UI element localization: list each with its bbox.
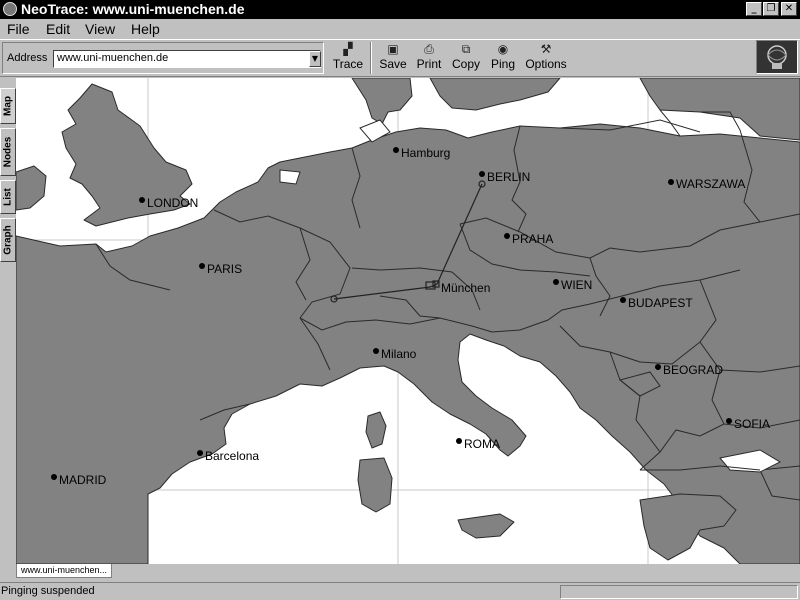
city-dot-praha <box>504 233 510 239</box>
save-label: Save <box>379 57 407 71</box>
ping-icon: ◉ <box>497 42 509 56</box>
trace-icon: ▞ <box>343 42 353 56</box>
tab-graph-label: Graph <box>2 225 14 255</box>
app-icon[interactable] <box>3 2 17 16</box>
minimize-button[interactable]: _ <box>746 2 762 16</box>
city-label-budapest: BUDAPEST <box>628 296 693 310</box>
city-label-beograd: BEOGRAD <box>663 363 723 377</box>
tab-list-label: List <box>2 188 14 206</box>
tab-graph[interactable]: Graph <box>0 218 16 262</box>
copy-label: Copy <box>451 57 480 71</box>
ping-button[interactable]: ◉ Ping <box>487 41 519 75</box>
trace-button[interactable]: ▞ Trace <box>330 41 366 75</box>
city-dot-wien <box>553 279 559 285</box>
city-label-warszawa: WARSZAWA <box>676 177 745 191</box>
status-text: Pinging suspended <box>1 585 95 597</box>
city-label-hamburg: Hamburg <box>401 146 450 160</box>
land-sardinia <box>357 457 393 513</box>
city-dot-london <box>139 197 145 203</box>
city-label-praha: PRAHA <box>512 232 553 246</box>
city-label-berlin: BERLIN <box>487 170 530 184</box>
city-dot-barcelona <box>197 450 203 456</box>
city-label-roma: ROMA <box>464 437 500 451</box>
title-bar: NeoTrace: www.uni-muenchen.de _ ❐ ✕ <box>0 0 800 19</box>
city-dot-milano <box>373 348 379 354</box>
tab-nodes-label: Nodes <box>2 136 14 168</box>
city-dot-sofia <box>726 418 732 424</box>
tab-map[interactable]: Map <box>0 88 16 124</box>
tab-nodes[interactable]: Nodes <box>0 128 16 176</box>
city-dot-budapest <box>620 297 626 303</box>
city-label-madrid: MADRID <box>59 473 107 487</box>
status-bar: Pinging suspended <box>0 582 800 600</box>
address-dropdown-button[interactable]: ▼ <box>309 51 321 67</box>
options-icon: ⚒ <box>540 42 552 56</box>
city-dot-hamburg <box>393 147 399 153</box>
trace-label: Trace <box>332 57 364 71</box>
neotrace-logo <box>756 40 798 74</box>
copy-icon: ⧉ <box>461 42 471 56</box>
copy-button[interactable]: ⧉ Copy <box>449 41 483 75</box>
menu-edit[interactable]: Edit <box>46 20 70 38</box>
map-view[interactable]: Hamburg BERLIN WARSZAWA LONDON PRAHA PAR… <box>16 78 800 564</box>
status-panel <box>560 585 798 599</box>
city-label-paris: PARIS <box>207 262 242 276</box>
city-dot-roma <box>456 438 462 444</box>
city-dot-berlin <box>479 171 485 177</box>
menu-bar: File Edit View Help <box>0 19 800 39</box>
window-title: NeoTrace: www.uni-muenchen.de <box>21 1 245 17</box>
maximize-button[interactable]: ❐ <box>763 2 779 16</box>
city-label-wien: WIEN <box>561 278 592 292</box>
close-button[interactable]: ✕ <box>781 2 797 16</box>
print-button[interactable]: ⎙ Print <box>413 41 445 75</box>
address-bar: Address www.uni-muenchen.de ▼ <box>2 42 324 74</box>
ping-label: Ping <box>490 57 516 71</box>
city-label-milano: Milano <box>381 347 417 361</box>
city-label-sofia: SOFIA <box>734 417 770 431</box>
tab-list[interactable]: List <box>0 180 16 214</box>
save-icon: ▣ <box>387 42 399 56</box>
address-label: Address <box>7 52 48 64</box>
europe-map: Hamburg BERLIN WARSZAWA LONDON PRAHA PAR… <box>16 78 800 564</box>
city-label-muenchen: München <box>441 281 490 295</box>
city-dot-madrid <box>51 474 57 480</box>
document-tab[interactable]: www.uni-muenchen... <box>16 564 112 578</box>
city-dot-warszawa <box>668 179 674 185</box>
toolbar-separator <box>370 42 372 74</box>
menu-file[interactable]: File <box>7 20 30 38</box>
city-label-london: LONDON <box>147 196 198 210</box>
options-button[interactable]: ⚒ Options <box>522 41 570 75</box>
city-label-barcelona: Barcelona <box>205 449 259 463</box>
print-label: Print <box>416 57 442 71</box>
tab-map-label: Map <box>2 96 14 116</box>
city-dot-beograd <box>655 364 661 370</box>
print-icon: ⎙ <box>424 42 434 56</box>
menu-view[interactable]: View <box>85 20 115 38</box>
save-button[interactable]: ▣ Save <box>377 41 409 75</box>
city-dot-paris <box>199 263 205 269</box>
menu-help[interactable]: Help <box>131 20 160 38</box>
address-input[interactable]: www.uni-muenchen.de <box>53 50 321 68</box>
options-label: Options <box>525 57 567 71</box>
toolbar: Address www.uni-muenchen.de ▼ ▞ Trace ▣ … <box>0 39 800 77</box>
